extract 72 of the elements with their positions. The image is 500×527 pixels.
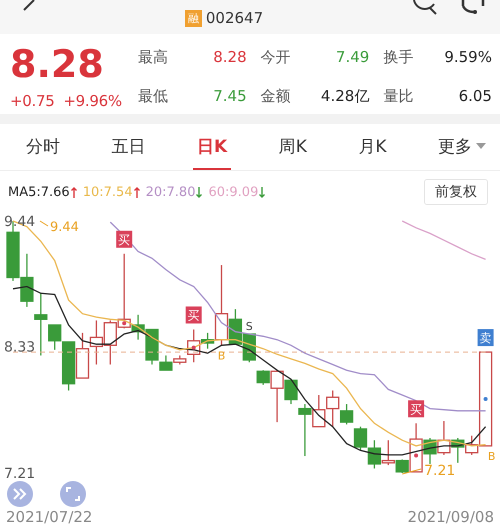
rising-candle [382, 440, 395, 466]
rising-candle [437, 421, 451, 455]
buy-marker: 买 [186, 306, 202, 324]
signal-dot [484, 396, 488, 401]
low-price-label: 7.21 [424, 463, 456, 479]
period-tab[interactable]: 更多 [434, 124, 490, 170]
period-tab[interactable]: 五日 [108, 124, 150, 170]
up-arrow-icon [134, 186, 140, 198]
rising-candle [90, 320, 104, 365]
down-arrow-icon [259, 186, 266, 198]
up-arrow-icon [70, 186, 77, 198]
signal-dot [192, 346, 196, 350]
ma-value: MA5:7.66 [8, 184, 70, 200]
falling-candle [200, 332, 214, 349]
falling-candle [354, 426, 368, 450]
margin-badge: 融 [184, 10, 202, 26]
buy-marker: 买 [116, 230, 132, 248]
period-tab[interactable]: 日K [193, 124, 232, 170]
falling-candle [256, 370, 270, 385]
adjust-button[interactable]: 前复权 [424, 179, 488, 205]
price-axis-label: 7.21 [4, 466, 36, 482]
rising-candle [270, 370, 284, 422]
low-marker-leader [402, 468, 422, 474]
stat-label: 金额 [260, 87, 291, 107]
stat-value: 8.28 [213, 48, 247, 68]
signal-dot [122, 321, 126, 326]
period-tab[interactable]: 月K [354, 124, 390, 170]
stat-label: 今开 [260, 48, 291, 68]
falling-candle [396, 459, 409, 473]
sell-marker: 卖 [478, 329, 494, 346]
ma-value: 10:7.54 [82, 184, 133, 200]
falling-candle [340, 404, 354, 424]
ma-value: 60:9.09 [208, 184, 258, 200]
price-change: +0.75 +9.96% [10, 92, 123, 110]
caret-icon [476, 142, 486, 150]
stat-value: 9.59% [444, 48, 492, 68]
price-axis-label: 9.44 [4, 214, 36, 230]
falling-candle [228, 309, 242, 345]
stat-label: 量比 [383, 87, 414, 107]
high-price-label: 9.44 [50, 220, 79, 235]
signal-dot [414, 453, 418, 458]
rising-candle [76, 332, 90, 379]
stat-value: 4.28亿 [320, 87, 370, 107]
current-price: 8.28 [10, 42, 105, 86]
date-label: 2021/09/08 [408, 508, 494, 526]
stock-code: 002647 [206, 9, 264, 27]
falling-candle [451, 438, 464, 463]
ma-value: 20:7.80 [146, 184, 196, 200]
stat-label: 最低 [138, 87, 168, 107]
rising-candle [326, 390, 340, 427]
falling-candle [423, 438, 437, 464]
rising-candle [409, 423, 423, 473]
falling-candle [20, 254, 34, 307]
headset-icon[interactable] [460, 0, 486, 16]
stat-value: 6.05 [458, 87, 492, 107]
falling-candle [368, 440, 382, 468]
price-axis-label: 8.33 [4, 339, 36, 356]
high-marker-leader [40, 220, 48, 226]
rising-candle [312, 395, 326, 428]
stat-value: 7.49 [336, 48, 370, 68]
buy-marker: 买 [408, 400, 424, 418]
stat-label: 换手 [383, 48, 414, 68]
period-tab[interactable]: 分时 [22, 124, 64, 170]
down-arrow-icon [196, 186, 202, 198]
stat-label: 最高 [138, 48, 168, 68]
trade-point-label: B [488, 450, 496, 463]
trade-point-label: S [246, 320, 253, 333]
stat-value: 7.45 [213, 87, 247, 107]
date-label: 2021/07/22 [6, 508, 92, 526]
search-icon[interactable] [412, 0, 438, 16]
trade-point-label: B [218, 349, 226, 362]
period-tab[interactable]: 周K [274, 124, 311, 170]
